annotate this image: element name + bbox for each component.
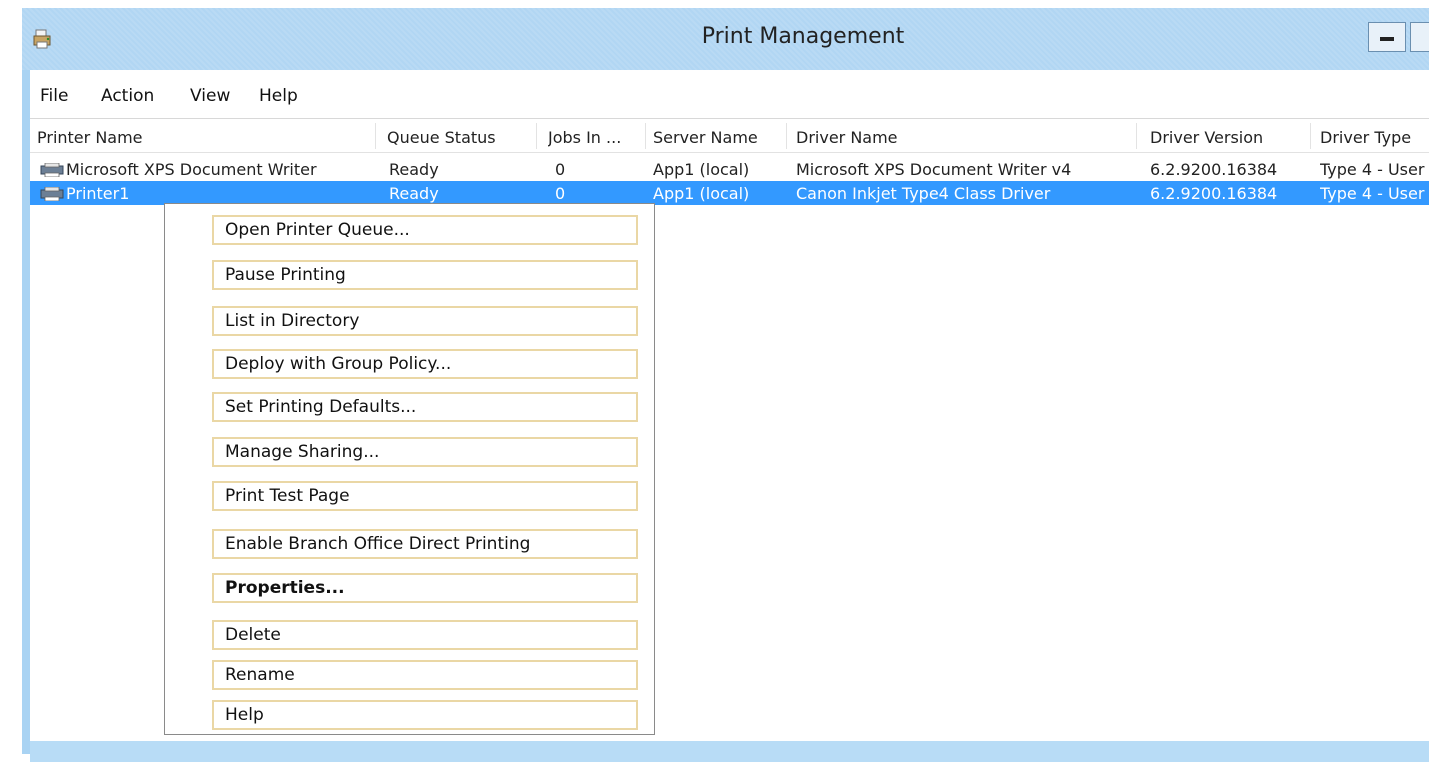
printer-row[interactable]: Microsoft XPS Document Writer Ready 0 Ap… xyxy=(30,157,1429,181)
cell-jobs-in-queue: 0 xyxy=(555,160,566,179)
cell-driver-type: Type 4 - User Mode xyxy=(1320,160,1429,179)
menu-item-set-printing-defaults[interactable]: Set Printing Defaults... xyxy=(212,392,638,422)
menu-item-list-in-directory[interactable]: List in Directory xyxy=(212,306,638,336)
cell-server-name: App1 (local) xyxy=(653,184,750,203)
menu-item-delete[interactable]: Delete xyxy=(212,620,638,650)
cell-server-name: App1 (local) xyxy=(653,160,750,179)
cell-queue-status: Ready xyxy=(389,184,439,203)
printer-icon xyxy=(40,186,64,202)
printer-row-selected[interactable]: Printer1 Ready 0 App1 (local) Canon Inkj… xyxy=(30,181,1429,205)
printer-icon xyxy=(40,162,64,178)
menu-item-enable-branch-office-direct-printing[interactable]: Enable Branch Office Direct Printing xyxy=(212,529,638,559)
cell-driver-version: 6.2.9200.16384 xyxy=(1150,160,1278,179)
cell-printer-name: Printer1 xyxy=(66,184,130,203)
column-header-printer-name[interactable]: Printer Name xyxy=(37,128,367,150)
menu-help[interactable]: Help xyxy=(259,86,298,106)
column-header-queue-status[interactable]: Queue Status xyxy=(387,128,527,150)
cell-printer-name: Microsoft XPS Document Writer xyxy=(66,160,317,179)
column-separator[interactable] xyxy=(645,123,646,149)
menu-item-rename[interactable]: Rename xyxy=(212,660,638,690)
printer-context-menu: Open Printer Queue... Pause Printing Lis… xyxy=(164,203,655,735)
column-separator[interactable] xyxy=(375,123,376,149)
title-bar[interactable]: Print Management xyxy=(22,8,1429,70)
menu-item-pause-printing[interactable]: Pause Printing xyxy=(212,260,638,290)
menu-bar: File Action View Help xyxy=(30,70,1429,119)
menu-file[interactable]: File xyxy=(40,86,68,106)
menu-item-properties[interactable]: Properties... xyxy=(212,573,638,603)
column-header-jobs-in-queue[interactable]: Jobs In ... xyxy=(548,128,640,150)
column-separator[interactable] xyxy=(1136,123,1137,149)
maximize-button[interactable] xyxy=(1410,22,1429,52)
cell-driver-version: 6.2.9200.16384 xyxy=(1150,184,1278,203)
menu-item-open-printer-queue[interactable]: Open Printer Queue... xyxy=(212,215,638,245)
column-separator[interactable] xyxy=(1310,123,1311,149)
column-separator[interactable] xyxy=(786,123,787,149)
minimize-button[interactable] xyxy=(1368,22,1406,52)
cell-driver-type: Type 4 - User Mode xyxy=(1320,184,1429,203)
menu-item-deploy-with-group-policy[interactable]: Deploy with Group Policy... xyxy=(212,349,638,379)
menu-item-manage-sharing[interactable]: Manage Sharing... xyxy=(212,437,638,467)
window-title: Print Management xyxy=(701,24,905,49)
menu-action[interactable]: Action xyxy=(101,86,154,106)
menu-view[interactable]: View xyxy=(190,86,230,106)
column-header-driver-version[interactable]: Driver Version xyxy=(1150,128,1300,150)
cell-driver-name: Microsoft XPS Document Writer v4 xyxy=(796,160,1072,179)
column-header-driver-type[interactable]: Driver Type xyxy=(1320,128,1429,150)
menu-item-help[interactable]: Help xyxy=(212,700,638,730)
column-separator[interactable] xyxy=(536,123,537,149)
cell-driver-name: Canon Inkjet Type4 Class Driver xyxy=(796,184,1051,203)
status-bar xyxy=(30,741,1429,762)
column-header-row: Printer Name Queue Status Jobs In ... Se… xyxy=(30,119,1429,153)
cell-queue-status: Ready xyxy=(389,160,439,179)
column-header-driver-name[interactable]: Driver Name xyxy=(796,128,1126,150)
column-header-server-name[interactable]: Server Name xyxy=(653,128,783,150)
cell-jobs-in-queue: 0 xyxy=(555,184,566,203)
menu-item-print-test-page[interactable]: Print Test Page xyxy=(212,481,638,511)
